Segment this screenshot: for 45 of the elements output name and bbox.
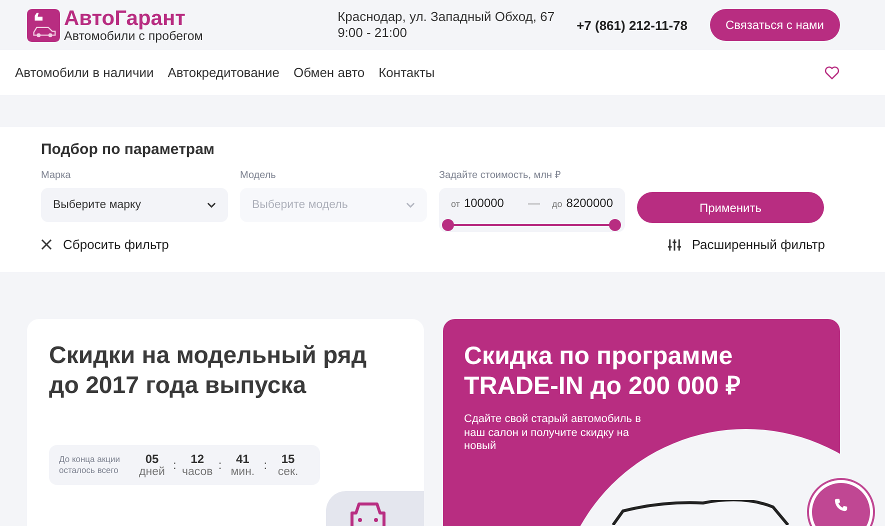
countdown-value: 15: [281, 452, 295, 466]
slider-thumb[interactable]: [609, 219, 621, 231]
heart-icon[interactable]: [824, 66, 840, 80]
countdown-separator: :: [264, 458, 268, 472]
select-field[interactable]: Выберите марку: [41, 188, 228, 222]
countdown-value: 05: [145, 452, 159, 466]
car-icon: [348, 501, 388, 526]
hours-text: 9:00 - 21:00: [338, 25, 408, 41]
countdown-separator: :: [173, 458, 176, 472]
phone-icon: [834, 498, 848, 512]
brand-name: АвтоГарант: [64, 8, 186, 29]
field-label: Задайте стоимость, млн ₽: [439, 170, 562, 182]
field-label: Модель: [240, 170, 277, 182]
nav-link[interactable]: Автокредитование: [168, 65, 280, 80]
contact-button[interactable]: Связаться с нами: [710, 9, 840, 41]
chevron-down-icon: [406, 202, 415, 208]
promo-title: Скидки на модельный ряд до 2017 года выпуска: [49, 341, 368, 401]
chevron-down-icon: [207, 202, 216, 208]
promo-text: Сдайте свой старый автомобиль в наш салон и получите скидку на новый: [464, 413, 642, 454]
countdown-unit: дней: [139, 466, 165, 478]
brand-tagline: Автомобили с пробегом: [64, 30, 203, 42]
countdown-separator: :: [218, 458, 222, 472]
filter-title: Подбор по параметрам: [41, 141, 216, 158]
countdown-value: 12: [190, 452, 204, 466]
nav-link[interactable]: Контакты: [378, 65, 435, 80]
price-range-field[interactable]: от 100000 — до 8200000: [439, 188, 625, 232]
slider-thumb[interactable]: [442, 219, 454, 231]
advanced-filter-link[interactable]: Расширенный фильтр: [668, 237, 825, 252]
countdown-unit: мин.: [230, 466, 255, 478]
reset-filter-link[interactable]: Сбросить фильтр: [41, 237, 169, 252]
promo-title: Скидка по программе TRADE-IN до 200 000 ₽: [464, 341, 742, 401]
countdown-unit: часов: [182, 466, 213, 478]
countdown-value: 41: [236, 452, 250, 466]
sliders-icon: [668, 238, 681, 250]
field-label: Марка: [41, 170, 72, 182]
apply-button[interactable]: Применить: [637, 192, 824, 223]
countdown-label: До конца акции осталось всего: [59, 454, 121, 476]
logo-icon: [27, 8, 60, 42]
countdown-unit: сек.: [278, 466, 298, 478]
close-icon: [41, 239, 52, 250]
nav-link[interactable]: Автомобили в наличии: [15, 65, 154, 80]
address-text: Краснодар, ул. Западный Обход, 67: [338, 9, 555, 25]
phone-number[interactable]: +7 (861) 212-11-78: [576, 18, 688, 32]
nav-link[interactable]: Обмен авто: [293, 65, 365, 80]
call-button[interactable]: [812, 483, 870, 526]
